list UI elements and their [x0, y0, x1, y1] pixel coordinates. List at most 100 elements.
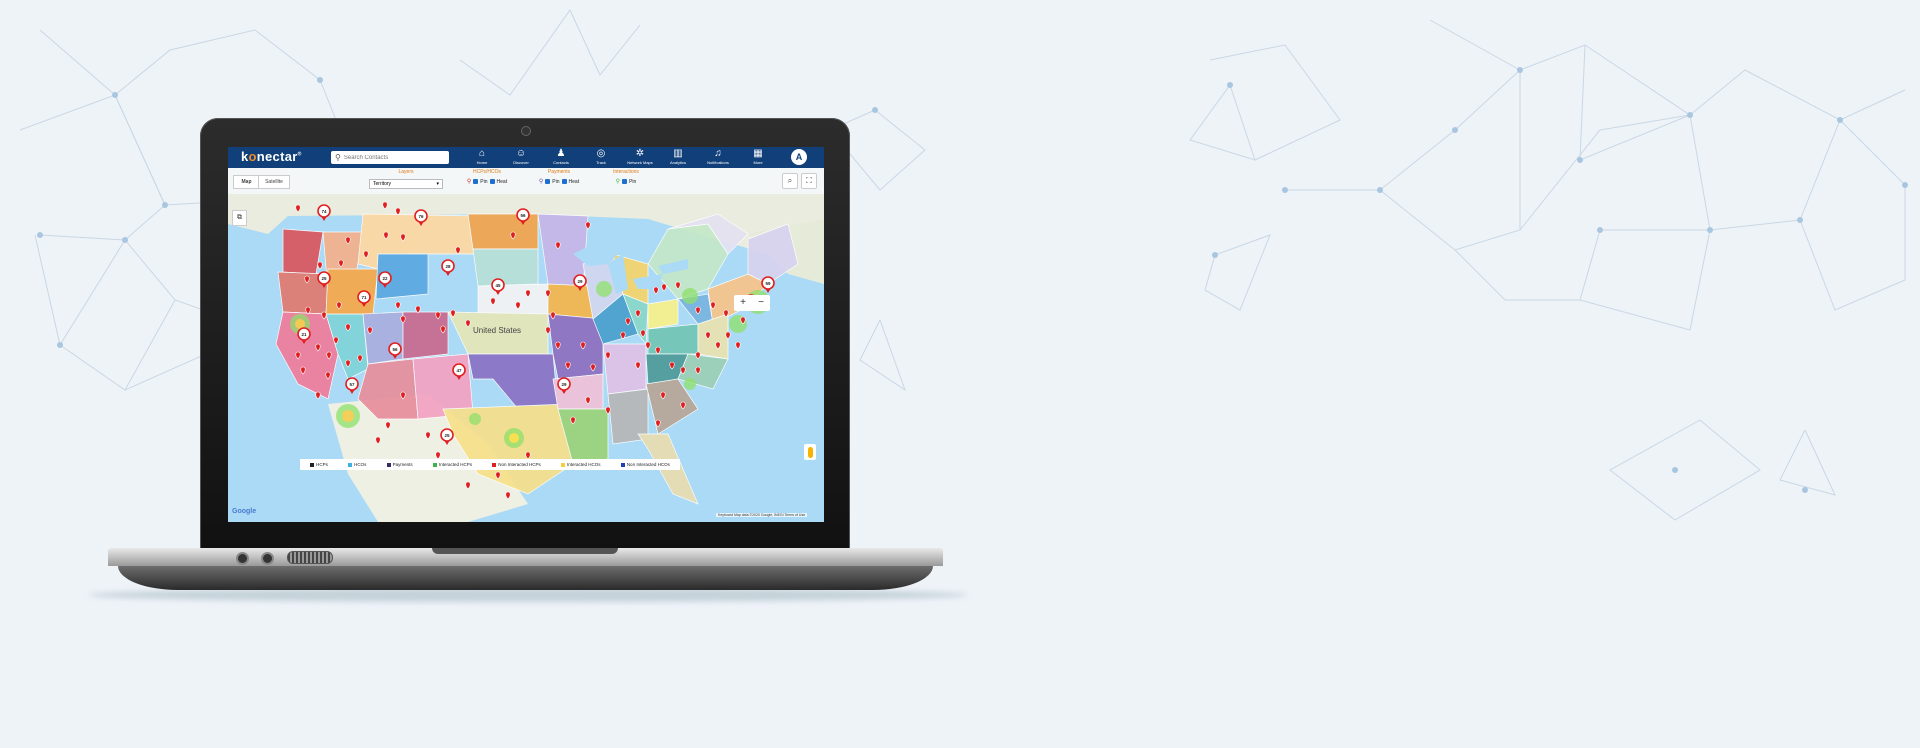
layers-icon: ⧉ — [237, 214, 242, 221]
legend-label: Non Interacted HCPs — [498, 462, 541, 467]
layers-select[interactable]: Territory ▾ — [369, 179, 443, 189]
layers-filter: Layers — [369, 169, 443, 176]
cluster-count: 28 — [445, 264, 451, 269]
payments-filter: Payments ⚲ Pin Heat — [528, 169, 590, 185]
nav-track[interactable]: ◎ Track — [583, 148, 619, 165]
legend-item: Non Interacted HCOs — [620, 462, 670, 467]
legend-label: Interacted HCOs — [567, 462, 601, 467]
nav-more[interactable]: ▦ More — [740, 148, 776, 165]
search-input[interactable] — [343, 154, 439, 161]
nav-label: Notifications — [707, 160, 729, 165]
nav-label: Track — [596, 160, 606, 165]
laptop-base-bottom — [118, 566, 933, 590]
map-attribution[interactable]: Keyboard Map data ©2020 Google, INEGI Te… — [716, 513, 808, 517]
cluster-count: 25 — [321, 276, 327, 281]
cluster-count: 47 — [456, 368, 462, 373]
payments-heat-checkbox[interactable] — [561, 179, 567, 184]
pin-label: Pin — [480, 178, 488, 185]
legend-swatch — [492, 462, 497, 467]
map-layer-toggle-button[interactable]: ⧉ — [232, 210, 247, 226]
legend-item: HCPs — [310, 462, 328, 467]
country-label: United States — [473, 326, 521, 335]
cluster-count: 76 — [418, 214, 424, 219]
cluster-count: 45 — [495, 283, 501, 288]
cluster-count: 57 — [349, 382, 355, 387]
bell-icon: ♫ — [714, 148, 722, 159]
legend-label: Non Interacted HCOs — [626, 462, 670, 467]
cluster-count: 25 — [444, 433, 450, 438]
audio-port — [236, 552, 249, 565]
legend-item: HCOs — [348, 462, 366, 467]
tab-map[interactable]: Map — [233, 175, 260, 189]
laptop-shadow — [88, 588, 968, 602]
heat-label: Heat — [568, 178, 580, 185]
nav-analytics[interactable]: ▥ Analytics — [660, 148, 696, 165]
pin-label: Pin — [552, 178, 560, 185]
pegman-icon — [807, 446, 813, 458]
nav-network-maps[interactable]: ✲ Network Maps — [622, 148, 658, 165]
nav-contacts[interactable]: ♟ Contacts — [543, 148, 579, 165]
search-box[interactable]: ⚲ — [331, 151, 449, 164]
nav-label: Home — [476, 160, 488, 165]
legend-item: Non Interacted HCPs — [492, 462, 541, 467]
cluster-count: 29 — [561, 382, 567, 387]
lasso-search-button[interactable]: ⌕ — [782, 173, 798, 189]
hcps-pin-checkbox[interactable] — [473, 179, 479, 184]
cluster-count: 22 — [382, 276, 388, 281]
chevron-down-icon: ▾ — [436, 181, 439, 187]
contacts-icon: ♟ — [556, 148, 566, 159]
speaker-grille — [287, 551, 333, 564]
cluster-count: 56 — [392, 347, 398, 352]
search-icon: ⚲ — [335, 153, 341, 162]
us-territory-map[interactable]: United States 74 76 56 25 22 28 45 71 29 21 56 47 57… — [228, 194, 824, 522]
zoom-control: + − — [734, 295, 770, 311]
zoom-out-button[interactable]: − — [752, 295, 770, 311]
audio-port — [261, 552, 274, 565]
heat-label: Heat — [496, 178, 508, 185]
nav-label: More — [753, 160, 763, 165]
track-icon: ◎ — [596, 148, 606, 159]
tab-satellite[interactable]: Satellite — [258, 175, 290, 189]
map-filter-bar: Map Satellite Layers Territory ▾ HCPs/HCO… — [228, 168, 824, 194]
app-screen: United States 74 76 56 25 22 28 45 71 29 21 56 47 57… — [228, 147, 824, 522]
legend-item: Interacted HCOs — [561, 462, 601, 467]
legend-swatch — [310, 462, 315, 467]
network-icon: ✲ — [635, 148, 645, 159]
logo-text-accent: o — [248, 149, 257, 164]
payments-label: Payments — [547, 169, 571, 175]
hcps-heat-checkbox[interactable] — [489, 179, 495, 184]
konectar-logo[interactable]: konectar® — [241, 149, 302, 164]
hcps-hcos-filter: HCPs/HCOs ⚲ Pin Heat — [456, 169, 518, 185]
top-navigation-bar: konectar® ⚲ ⌂Home ☺Discover ♟Contacts ◎T… — [228, 147, 824, 168]
lasso-icon: ⌕ — [787, 176, 793, 185]
interactions-label: Interactions — [613, 169, 639, 175]
cluster-count: 29 — [577, 279, 583, 284]
nav-notifications[interactable]: ♫ Notifications — [700, 148, 736, 165]
zoom-in-button[interactable]: + — [734, 295, 752, 311]
user-avatar[interactable]: A — [791, 149, 807, 165]
nav-discover[interactable]: ☺ Discover — [503, 148, 539, 165]
grid-icon: ▦ — [753, 148, 763, 159]
nav-label: Network Maps — [627, 160, 653, 165]
street-view-pegman[interactable] — [804, 444, 816, 460]
legend-swatch — [561, 462, 566, 467]
laptop-hinge-notch — [432, 548, 618, 554]
legend-label: HCOs — [354, 462, 367, 467]
cluster-count: 21 — [301, 332, 307, 337]
home-icon: ⌂ — [478, 148, 486, 159]
fullscreen-button[interactable]: ⛶ — [801, 173, 817, 189]
nav-label: Analytics — [669, 160, 686, 165]
hcps-hcos-label: HCPs/HCOs — [472, 169, 502, 175]
interactions-pin-checkbox[interactable] — [622, 179, 628, 184]
cluster-count: 56 — [520, 213, 526, 218]
payments-pin-checkbox[interactable] — [545, 179, 551, 184]
pin-icon: ⚲ — [615, 179, 621, 185]
nav-label: Contacts — [553, 160, 569, 165]
legend-swatch — [432, 462, 437, 467]
map-legend: HCPs HCOs Payments Interacted HCPs Non Inter… — [300, 459, 680, 470]
pin-label: Pin — [629, 178, 637, 185]
fullscreen-icon: ⛶ — [806, 176, 812, 185]
logo-text: k — [241, 149, 249, 164]
nav-home[interactable]: ⌂ Home — [464, 148, 500, 165]
legend-label: Payments — [392, 462, 413, 467]
